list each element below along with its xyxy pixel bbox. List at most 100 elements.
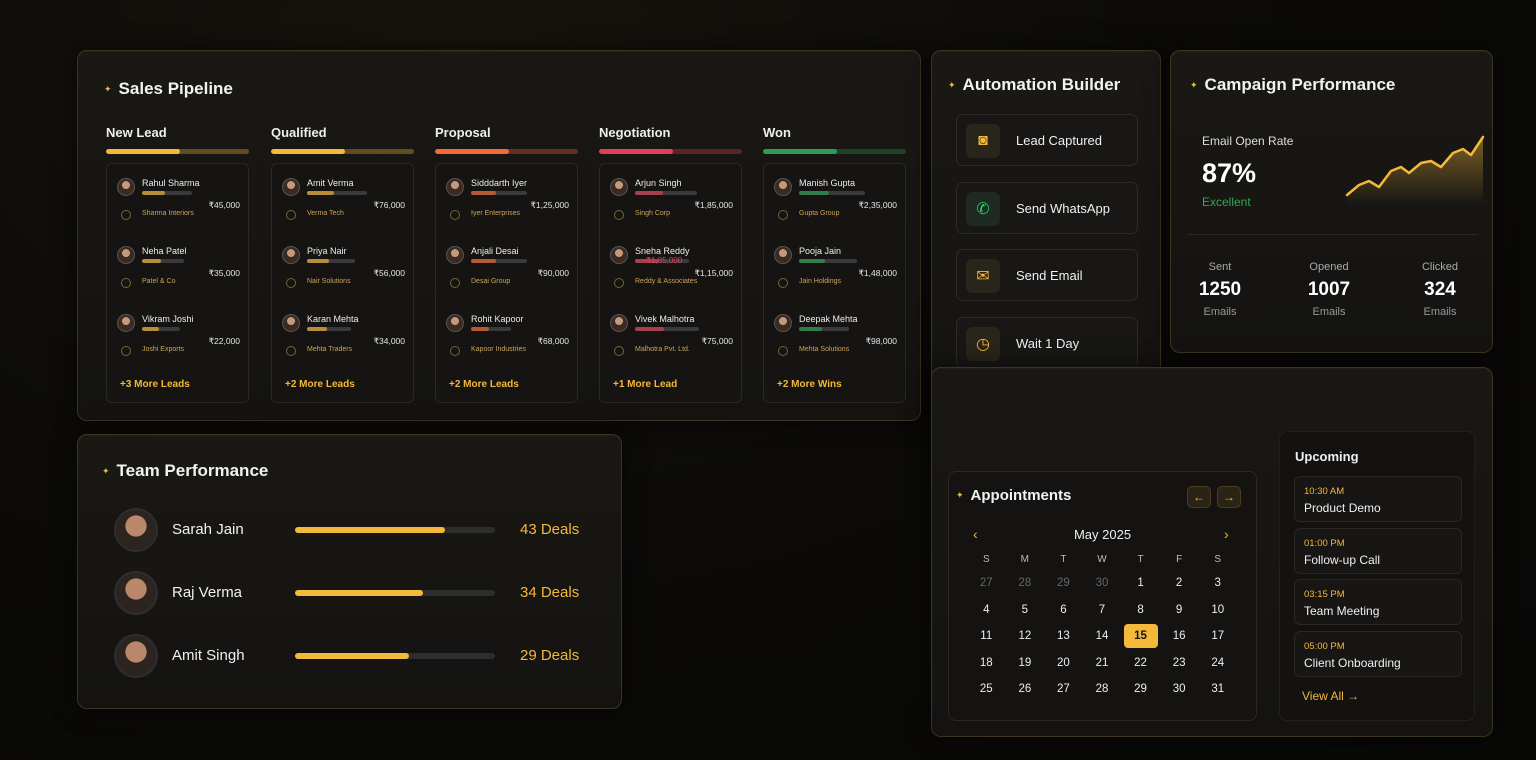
camera-icon: ◙ bbox=[966, 124, 1000, 158]
calendar-day[interactable]: 17 bbox=[1198, 623, 1237, 650]
calendar-day[interactable]: 3 bbox=[1198, 570, 1237, 597]
calendar-day[interactable]: 6 bbox=[1044, 597, 1083, 624]
appointments-title: ✦ Appointments bbox=[956, 487, 1072, 504]
upcoming-appointment[interactable]: 01:00 PM Follow-up Call bbox=[1294, 527, 1462, 574]
more-leads-link[interactable]: +2 More Wins bbox=[777, 379, 842, 390]
next-arrow-button[interactable]: → bbox=[1217, 486, 1241, 508]
lead-amount: ₹22,000 bbox=[208, 336, 240, 346]
lead-card[interactable]: Sidddarth Iyer ₹1,25,000 Iyer Enterprises bbox=[444, 176, 571, 236]
calendar-day[interactable]: 30 bbox=[1083, 570, 1122, 597]
calendar-day-selected[interactable]: 15 bbox=[1121, 623, 1160, 650]
lead-company: Joshi Exports bbox=[142, 346, 185, 353]
upcoming-appointment[interactable]: 05:00 PM Client Onboarding bbox=[1294, 630, 1462, 677]
lead-card[interactable]: Rahul Sharma ₹45,000 Sharma Interiors bbox=[115, 176, 242, 236]
calendar-day[interactable]: 21 bbox=[1083, 650, 1122, 677]
calendar-day[interactable]: 9 bbox=[1160, 597, 1199, 624]
campaign-stat: Clicked 324 Emails bbox=[1395, 261, 1485, 318]
more-leads-link[interactable]: +2 More Leads bbox=[449, 379, 519, 390]
calendar-day[interactable]: 23 bbox=[1160, 650, 1199, 677]
lead-progress-bar bbox=[142, 327, 180, 331]
calendar-day[interactable]: 27 bbox=[967, 570, 1006, 597]
lead-card[interactable]: Neha Patel ₹35,000 Patel & Co bbox=[115, 244, 242, 304]
calendar-day[interactable]: 10 bbox=[1198, 597, 1237, 624]
calendar-day[interactable]: 29 bbox=[1044, 570, 1083, 597]
lead-card[interactable]: Deepak Mehta ₹98,000 Mehta Solutions bbox=[772, 312, 899, 372]
lead-company: Reddy & Associates bbox=[635, 278, 698, 285]
appointment-name: Client Onboarding bbox=[1304, 655, 1401, 670]
deals-count: 34 Deals bbox=[520, 584, 580, 601]
calendar-day[interactable]: 16 bbox=[1160, 623, 1199, 650]
lead-card[interactable]: Priya Nair ₹56,000 Nair Solutions bbox=[280, 244, 407, 304]
avatar bbox=[446, 314, 464, 332]
more-leads-link[interactable]: +1 More Lead bbox=[613, 379, 677, 390]
calendar-day[interactable]: 12 bbox=[1006, 623, 1045, 650]
calendar-day[interactable]: 30 bbox=[1160, 676, 1199, 703]
lead-progress-bar bbox=[471, 327, 511, 331]
pipeline-column: New Lead Rahul Sharma ₹45,000 Sharma Interi… bbox=[106, 125, 249, 403]
calendar-month-label: May 2025 bbox=[1073, 527, 1132, 542]
upcoming-appointment[interactable]: 10:30 AM Product Demo bbox=[1294, 476, 1462, 522]
calendar-day[interactable]: 1 bbox=[1121, 570, 1160, 597]
lead-company: Verma Tech bbox=[307, 210, 344, 217]
calendar-day[interactable]: 28 bbox=[1083, 676, 1122, 703]
calendar-day[interactable]: 19 bbox=[1006, 650, 1045, 677]
appointment-time: 01:00 PM bbox=[1304, 537, 1345, 549]
lead-card[interactable]: Arjun Singh ₹1,85,000 Singh Corp bbox=[608, 176, 735, 236]
automation-step[interactable]: ◙ Lead Captured bbox=[956, 114, 1138, 166]
lead-card[interactable]: Vikram Joshi ₹22,000 Joshi Exports bbox=[115, 312, 242, 372]
lead-progress-bar bbox=[142, 191, 192, 195]
calendar-day[interactable]: 11 bbox=[967, 623, 1006, 650]
stat-unit: Emails bbox=[1203, 306, 1237, 318]
weekday-label: F bbox=[1176, 554, 1183, 565]
lead-card[interactable]: Vivek Malhotra ₹75,000 Malhotra Pvt. Ltd. bbox=[608, 312, 735, 372]
calendar-day[interactable]: 13 bbox=[1044, 623, 1083, 650]
calendar-day[interactable]: 24 bbox=[1198, 650, 1237, 677]
lead-card[interactable]: Amit Verma ₹76,000 Verma Tech bbox=[280, 176, 407, 236]
avatar bbox=[774, 178, 792, 196]
company-icon bbox=[121, 210, 131, 220]
automation-step[interactable]: ✆ Send WhatsApp bbox=[956, 181, 1138, 234]
calendar-day[interactable]: 8 bbox=[1121, 597, 1160, 624]
upcoming-appointment[interactable]: 03:15 PM Team Meeting bbox=[1294, 579, 1462, 625]
lead-card[interactable]: Anjali Desai ₹90,000 Desai Group bbox=[444, 244, 571, 304]
calendar-day[interactable]: 22 bbox=[1121, 650, 1160, 677]
sales-pipeline-title: ✦ Sales Pipeline bbox=[104, 79, 233, 98]
lead-card[interactable]: Sneha Reddy ₹1,85,000 ₹1,15,000 Reddy & Ass… bbox=[608, 244, 735, 304]
company-icon bbox=[286, 278, 296, 288]
lead-amount: ₹1,15,000 bbox=[694, 268, 734, 278]
calendar-day[interactable]: 29 bbox=[1121, 676, 1160, 703]
calendar-day[interactable]: 31 bbox=[1198, 676, 1237, 703]
team-member-row: Amit Singh 29 Deals bbox=[114, 634, 584, 678]
calendar-day[interactable]: 26 bbox=[1006, 676, 1045, 703]
lead-name: Priya Nair bbox=[307, 246, 347, 256]
calendar-day[interactable]: 27 bbox=[1044, 676, 1083, 703]
view-all-link[interactable]: View All → bbox=[1302, 689, 1359, 703]
company-icon bbox=[614, 278, 624, 288]
more-leads-link[interactable]: +3 More Leads bbox=[120, 379, 190, 390]
prev-arrow-button[interactable]: ← bbox=[1187, 486, 1211, 508]
next-month-chevron-icon[interactable]: › bbox=[1224, 526, 1229, 542]
calendar-day[interactable]: 14 bbox=[1083, 623, 1122, 650]
calendar-day[interactable]: 4 bbox=[967, 597, 1006, 624]
lead-progress-bar bbox=[142, 259, 184, 263]
automation-step[interactable]: ✉ Send Email bbox=[956, 249, 1138, 301]
calendar-day[interactable]: 25 bbox=[967, 676, 1006, 703]
calendar-day[interactable]: 28 bbox=[1006, 570, 1045, 597]
calendar-day[interactable]: 2 bbox=[1160, 570, 1199, 597]
appointment-time: 03:15 PM bbox=[1304, 589, 1345, 600]
lead-card[interactable]: Manish Gupta ₹2,35,000 Gupta Group bbox=[772, 176, 899, 236]
email-open-rate-status: Excellent bbox=[1202, 195, 1251, 209]
lead-progress-bar bbox=[307, 259, 355, 263]
calendar-day[interactable]: 7 bbox=[1083, 597, 1122, 624]
calendar-day[interactable]: 5 bbox=[1006, 597, 1045, 624]
lead-card[interactable]: Pooja Jain ₹1,48,000 Jain Holdings bbox=[772, 244, 899, 304]
more-leads-link[interactable]: +2 More Leads bbox=[285, 379, 355, 390]
lead-card[interactable]: Karan Mehta ₹34,000 Mehta Traders bbox=[280, 312, 407, 372]
pipeline-column-list: Sidddarth Iyer ₹1,25,000 Iyer Enterprises A… bbox=[435, 163, 578, 403]
automation-step[interactable]: ◷ Wait 1 Day bbox=[956, 316, 1138, 369]
lead-card[interactable]: Rohit Kapoor ₹68,000 Kapoor Industries bbox=[444, 312, 571, 372]
calendar-day[interactable]: 20 bbox=[1044, 650, 1083, 677]
calendar-day[interactable]: 18 bbox=[967, 650, 1006, 677]
avatar bbox=[610, 246, 628, 264]
pipeline-stage-bar bbox=[106, 149, 249, 154]
